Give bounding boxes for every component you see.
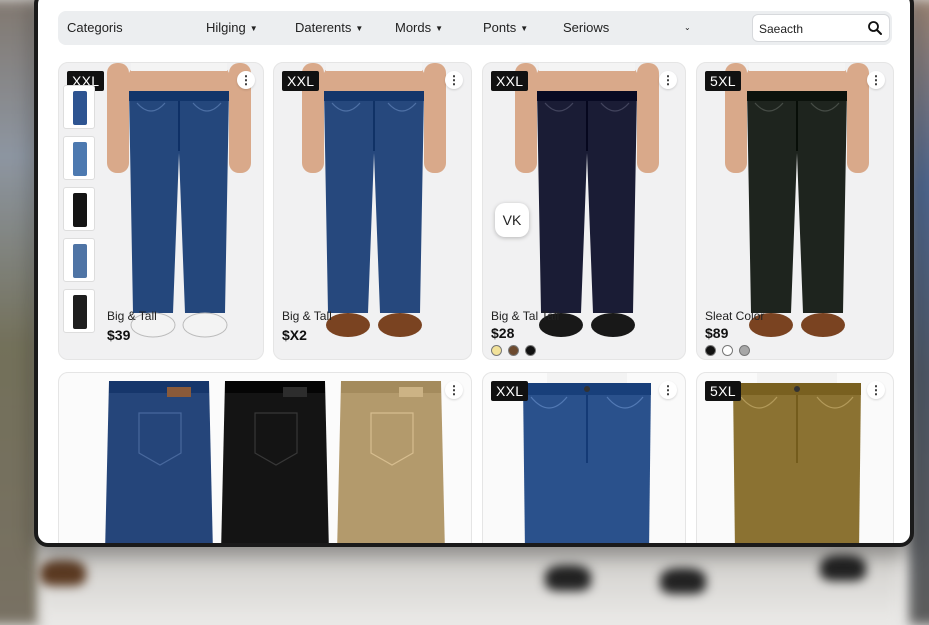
chevron-down-icon: ▼ (435, 23, 444, 33)
right-arm (424, 63, 446, 173)
shirt-hem (757, 373, 837, 383)
product-card[interactable]: 5XL ⋮ Sleat Color $89 (696, 62, 894, 360)
more-options-icon[interactable]: ⋮ (659, 381, 677, 399)
search-box[interactable] (752, 14, 890, 42)
product-image[interactable] (59, 373, 472, 547)
product-price: $39 (107, 327, 131, 343)
floating-badge[interactable]: VK (495, 203, 529, 237)
size-badge: XXL (491, 381, 529, 401)
color-swatch[interactable] (705, 345, 716, 356)
search-icon[interactable] (867, 20, 883, 36)
product-card[interactable]: XXL ⋮ Big & Tall $39 (58, 62, 264, 360)
product-price: $X2 (282, 327, 307, 343)
shirt-hem (749, 63, 845, 71)
product-card[interactable]: XXL ⋮ (482, 372, 686, 543)
browser-window: Categoris Hilging ▼ Daterents ▼ Mords ▼ Pon… (34, 0, 914, 547)
more-options-icon[interactable]: ⋮ (659, 71, 677, 89)
product-card[interactable]: ⋮ (58, 372, 472, 547)
button (584, 386, 590, 392)
chevron-down-icon: ▼ (249, 23, 258, 33)
product-price: $28 (491, 325, 515, 341)
more-options-icon[interactable]: ⋮ (237, 71, 255, 89)
color-swatches (491, 345, 536, 356)
product-title: Big & Tall (282, 309, 332, 323)
size-badge: 5XL (705, 381, 741, 401)
more-options-icon[interactable]: ⋮ (445, 71, 463, 89)
nav-item-mords[interactable]: Mords ▼ (395, 11, 443, 45)
button (794, 386, 800, 392)
shirt-hem (326, 63, 422, 71)
product-thumbnail[interactable] (63, 85, 95, 129)
product-card[interactable]: XXL ⋮ Big & Tall $X2 (273, 62, 472, 360)
right-shoe (182, 312, 228, 338)
waistband (129, 91, 229, 101)
nav-item-ponts[interactable]: Ponts ▼ (483, 11, 528, 45)
waistband (109, 381, 209, 393)
waistband (537, 91, 637, 101)
product-thumbnail[interactable] (63, 238, 95, 282)
leather-patch (283, 387, 307, 397)
waistband (747, 91, 847, 101)
right-shoe (591, 313, 635, 337)
waistband (341, 381, 441, 393)
chevron-down-icon: ▼ (520, 23, 529, 33)
left-shoe (326, 313, 370, 337)
color-swatch[interactable] (491, 345, 502, 356)
size-badge: XXL (491, 71, 529, 91)
background-shoe (660, 568, 706, 594)
color-swatch[interactable] (722, 345, 733, 356)
background-shoe (40, 560, 86, 586)
background-shoe (545, 565, 591, 591)
chevron-down-icon: ⌄ (684, 23, 691, 33)
product-thumbnail[interactable] (63, 289, 95, 333)
waistband (324, 91, 424, 101)
shirt-hem (547, 373, 627, 383)
category-navbar: Categoris Hilging ▼ Daterents ▼ Mords ▼ Pon… (58, 11, 892, 45)
search-input[interactable] (759, 19, 859, 39)
product-title: Big & Tall (107, 309, 157, 323)
more-options-icon[interactable]: ⋮ (445, 381, 463, 399)
nav-dropdown-toggle[interactable]: ⌄ (680, 11, 691, 45)
background-shoe (820, 555, 866, 581)
more-options-icon[interactable]: ⋮ (867, 381, 885, 399)
product-title: Sleat Color (705, 309, 765, 323)
nav-item-seriows[interactable]: Seriows (563, 11, 609, 45)
thumbnail-strip (63, 85, 99, 340)
color-swatch[interactable] (739, 345, 750, 356)
size-badge: 5XL (705, 71, 741, 91)
leather-patch (167, 387, 191, 397)
leather-patch (399, 387, 423, 397)
nav-item-categories[interactable]: Categoris (67, 11, 123, 45)
product-price: $89 (705, 325, 729, 341)
shirt-hem (131, 63, 227, 71)
nav-item-daterents[interactable]: Daterents ▼ (295, 11, 363, 45)
background-blur-bottom (40, 540, 900, 625)
color-swatches (705, 345, 750, 356)
color-swatch[interactable] (525, 345, 536, 356)
chevron-down-icon: ▼ (355, 23, 364, 33)
color-swatch[interactable] (508, 345, 519, 356)
product-card[interactable]: 5XL ⋮ (696, 372, 894, 543)
nav-item-hilging[interactable]: Hilging ▼ (206, 11, 258, 45)
right-shoe (801, 313, 845, 337)
product-thumbnail[interactable] (63, 187, 95, 231)
waistband (225, 381, 325, 393)
right-arm (847, 63, 869, 173)
shirt-hem (539, 63, 635, 71)
right-shoe (378, 313, 422, 337)
left-arm (107, 63, 129, 173)
product-title: Big & Tal Tall (491, 309, 560, 323)
product-thumbnail[interactable] (63, 136, 95, 180)
right-arm (637, 63, 659, 173)
more-options-icon[interactable]: ⋮ (867, 71, 885, 89)
size-badge: XXL (282, 71, 320, 91)
